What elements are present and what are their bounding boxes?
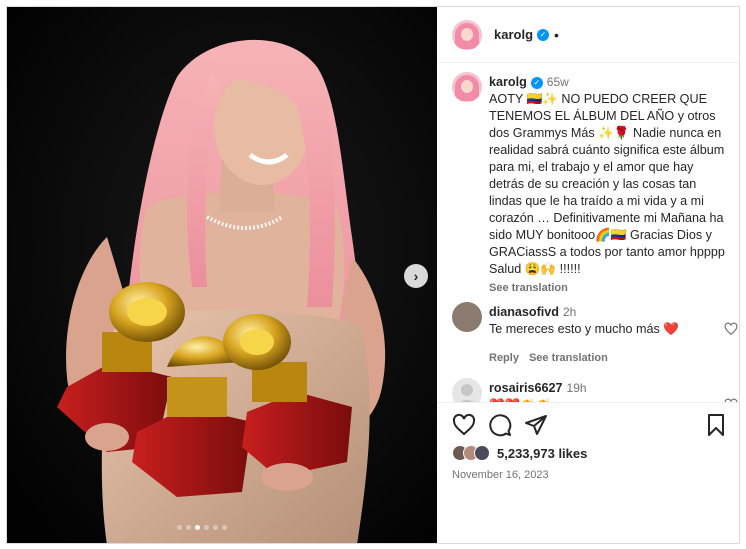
comment-time[interactable]: 2h (563, 305, 576, 319)
post-photo[interactable]: › (7, 7, 437, 543)
liker-avatar (474, 445, 490, 461)
commenter-avatar[interactable] (452, 378, 482, 402)
verified-badge-icon: ✓ (537, 28, 550, 41)
comment-bubble-icon[interactable] (488, 413, 512, 437)
carousel-dot (204, 525, 209, 530)
carousel-dot (195, 525, 200, 530)
post-sidebar: karolg ✓ • karolg ✓ 65w AOTY 🇨🇴✨ NO PUEDO … (437, 7, 739, 543)
comments-section[interactable]: karolg ✓ 65w AOTY 🇨🇴✨ NO PUEDO CREER QUE T… (437, 64, 739, 402)
photo-karol-g-with-grammys (7, 7, 437, 543)
header-separator: • (554, 26, 559, 43)
bookmark-icon[interactable] (704, 413, 728, 437)
action-bar (452, 413, 728, 437)
commenter-avatar[interactable] (452, 302, 482, 332)
carousel-dot (213, 525, 218, 530)
post-date[interactable]: November 16, 2023 (452, 469, 549, 481)
likes-row[interactable]: 5,233,973 likes (452, 445, 587, 461)
post-dialog: › karolg ✓ • karolg ✓ 65w AOTY 🇨🇴✨ NO PU… (6, 6, 740, 544)
caption-time[interactable]: 65w (547, 75, 569, 89)
see-translation-link[interactable]: See translation (489, 280, 729, 297)
see-translation-link[interactable]: See translation (529, 352, 608, 364)
author-avatar[interactable] (452, 19, 482, 50)
like-comment-heart-icon[interactable] (724, 322, 738, 336)
paper-plane-icon[interactable] (524, 413, 548, 437)
post-footer: 5,233,973 likes November 16, 2023 (437, 402, 739, 543)
caption-avatar[interactable] (452, 72, 482, 102)
verified-badge-icon: ✓ (530, 76, 543, 89)
comment-username[interactable]: rosairis6627 (489, 381, 563, 395)
carousel-dot (222, 525, 227, 530)
reply-button[interactable]: Reply (489, 352, 519, 364)
comment-text: Te mereces esto y mucho más ❤️ (489, 322, 679, 336)
author-username[interactable]: karolg (494, 27, 533, 42)
caption-text: AOTY 🇨🇴✨ NO PUEDO CREER QUE TENEMOS EL Á… (489, 92, 725, 276)
carousel-dot (177, 525, 182, 530)
comment-username[interactable]: dianasofivd (489, 305, 559, 319)
carousel-dot (186, 525, 191, 530)
chevron-right-icon: › (413, 268, 419, 284)
next-photo-button[interactable]: › (404, 264, 428, 288)
likes-count[interactable]: 5,233,973 likes (497, 446, 587, 461)
heart-outline-icon[interactable] (452, 413, 476, 437)
caption-username[interactable]: karolg (489, 75, 527, 89)
comment-time[interactable]: 19h (567, 381, 587, 395)
carousel-indicator (177, 525, 227, 530)
post-header: karolg ✓ • (437, 7, 739, 63)
